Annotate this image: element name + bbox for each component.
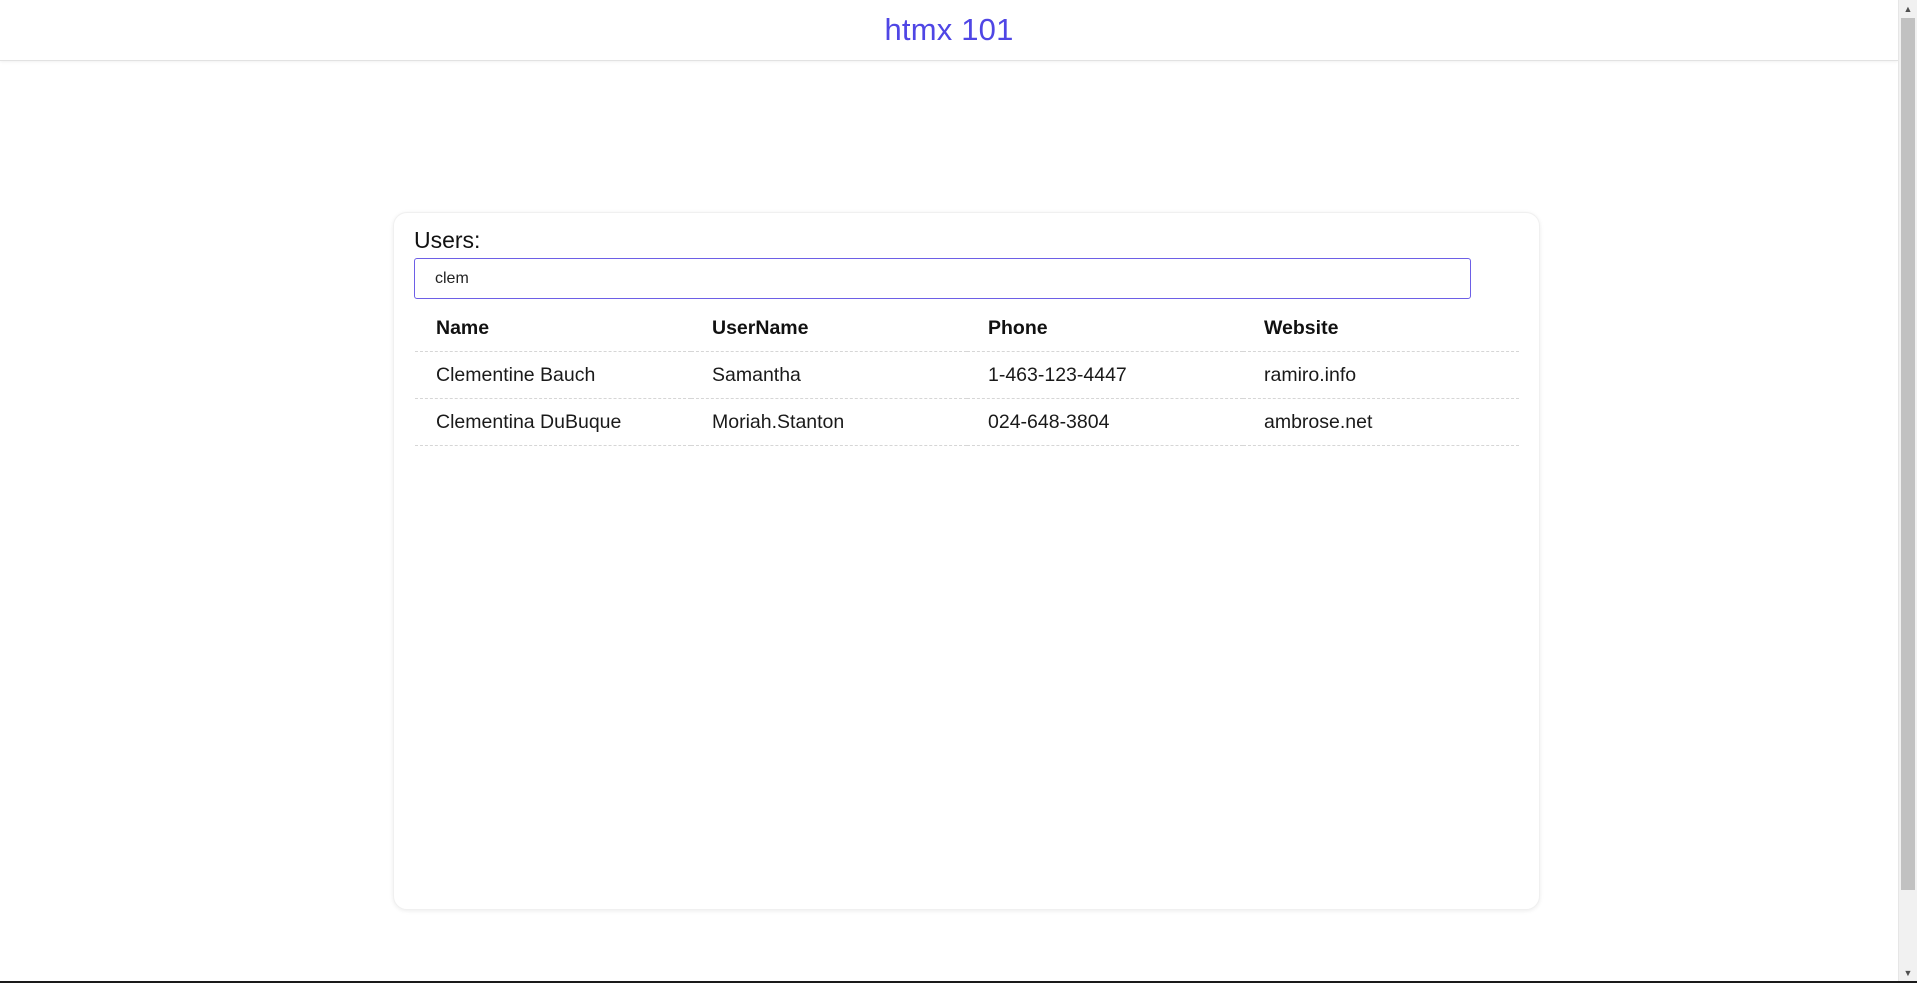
browser-viewport: htmx 101 Users: Name UserName Phone Webs… bbox=[0, 0, 1917, 983]
cell-phone: 1-463-123-4447 bbox=[967, 351, 1243, 399]
users-heading: Users: bbox=[414, 227, 481, 253]
table-header-row: Name UserName Phone Website bbox=[415, 306, 1519, 352]
vertical-scrollbar[interactable]: ▲ ▼ bbox=[1898, 0, 1917, 981]
scrollbar-thumb[interactable] bbox=[1901, 18, 1915, 890]
search-input[interactable] bbox=[414, 258, 1471, 299]
cell-website: ambrose.net bbox=[1243, 398, 1519, 446]
cell-username: Samantha bbox=[691, 351, 967, 399]
cell-website: ramiro.info bbox=[1243, 351, 1519, 399]
column-header-username: UserName bbox=[691, 306, 967, 352]
top-bar: htmx 101 bbox=[0, 0, 1898, 61]
cell-name: Clementina DuBuque bbox=[415, 398, 691, 446]
table-row: Clementina DuBuque Moriah.Stanton 024-64… bbox=[415, 398, 1519, 446]
cell-username: Moriah.Stanton bbox=[691, 398, 967, 446]
chevron-up-icon[interactable]: ▲ bbox=[1899, 0, 1917, 17]
cell-phone: 024-648-3804 bbox=[967, 398, 1243, 446]
users-table: Name UserName Phone Website Clementine B… bbox=[415, 306, 1519, 446]
table-row: Clementine Bauch Samantha 1-463-123-4447… bbox=[415, 351, 1519, 399]
cell-name: Clementine Bauch bbox=[415, 351, 691, 399]
column-header-phone: Phone bbox=[967, 306, 1243, 352]
chevron-down-icon[interactable]: ▼ bbox=[1899, 964, 1917, 981]
column-header-name: Name bbox=[415, 306, 691, 352]
page-title: htmx 101 bbox=[884, 12, 1014, 47]
column-header-website: Website bbox=[1243, 306, 1519, 352]
users-card: Users: Name UserName Phone Website Cleme… bbox=[393, 212, 1540, 910]
